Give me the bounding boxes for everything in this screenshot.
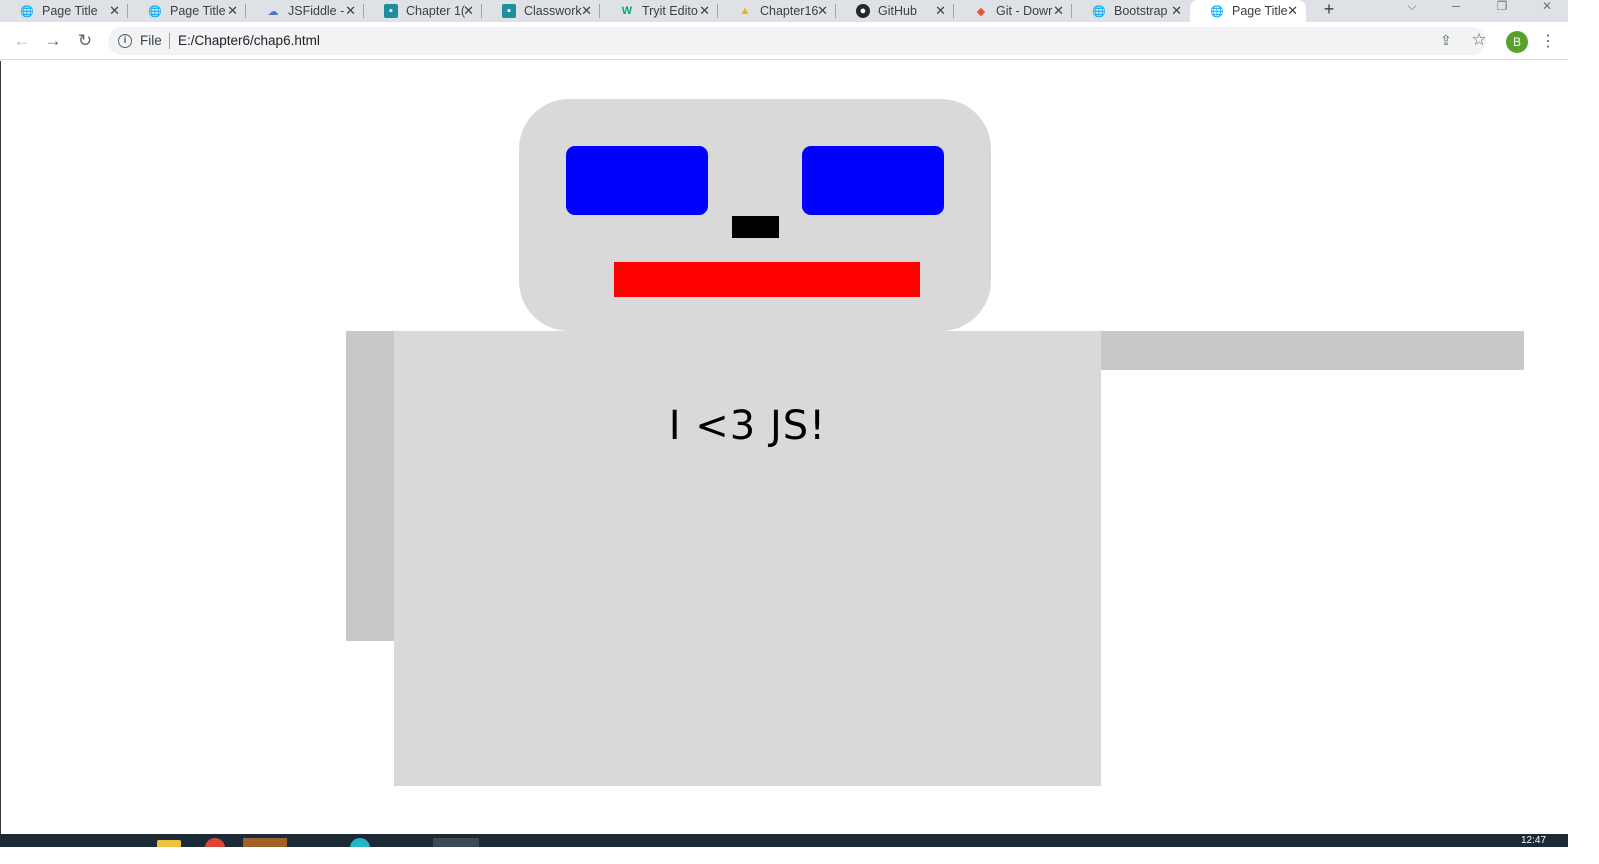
- file-explorer-icon[interactable]: [157, 840, 181, 847]
- w3schools-icon: W: [621, 5, 633, 17]
- edge-taskbar-icon[interactable]: [350, 838, 370, 847]
- tab-page-title-2[interactable]: 🌐 Page Title ✕: [128, 0, 246, 22]
- robot-left-eye: [566, 146, 708, 215]
- reload-icon[interactable]: ↻: [74, 30, 96, 52]
- robot-mouth: [614, 262, 920, 297]
- robot-left-arm: [346, 331, 396, 641]
- google-drive-icon: ▲: [739, 5, 751, 17]
- tab-chapter16-drive[interactable]: ▲ Chapter16 ✕: [718, 0, 836, 22]
- tab-jsfiddle[interactable]: ☁ JSFiddle - ✕: [246, 0, 364, 22]
- close-icon[interactable]: ✕: [109, 3, 120, 19]
- classroom-icon: ▪: [502, 4, 516, 18]
- jsfiddle-icon: ☁: [267, 5, 279, 18]
- tab-bootstrap[interactable]: 🌐 Bootstrap ✕: [1072, 0, 1190, 22]
- address-bar[interactable]: i File E:/Chapter6/chap6.html ⇪ ☆: [108, 27, 1488, 55]
- close-icon[interactable]: ✕: [699, 3, 710, 19]
- page-content: I <3 JS!: [0, 61, 1568, 834]
- tab-page-title-active[interactable]: 🌐 Page Title ✕: [1190, 0, 1306, 22]
- robot-right-arm: [1100, 331, 1524, 370]
- address-separator: [169, 33, 170, 49]
- robot-nose: [732, 216, 779, 238]
- kebab-menu-icon[interactable]: ⋮: [1540, 31, 1556, 53]
- close-icon[interactable]: ✕: [1287, 3, 1298, 19]
- tab-page-title-1[interactable]: 🌐 Page Title ✕: [0, 0, 128, 22]
- tab-strip: 🌐 Page Title ✕ 🌐 Page Title ✕ ☁ JSFiddle…: [0, 0, 1568, 22]
- forward-arrow-icon[interactable]: →: [42, 30, 64, 52]
- scheme-label: File: [140, 33, 162, 48]
- tab-chapter-classroom[interactable]: ▪ Chapter 1( ✕: [364, 0, 482, 22]
- close-icon[interactable]: ✕: [581, 3, 592, 19]
- robot-right-eye: [802, 146, 944, 215]
- back-arrow-icon[interactable]: ←: [11, 30, 33, 52]
- close-icon[interactable]: ✕: [1171, 3, 1182, 19]
- tab-tryit-editor[interactable]: W Tryit Edito ✕: [600, 0, 718, 22]
- info-icon[interactable]: i: [118, 34, 132, 48]
- globe-icon: 🌐: [1210, 5, 1224, 18]
- robot-body: [394, 331, 1101, 786]
- app-taskbar-icon[interactable]: [243, 838, 287, 847]
- globe-icon: 🌐: [20, 5, 34, 18]
- close-icon[interactable]: ✕: [227, 3, 238, 19]
- active-app-taskbar-icon[interactable]: [433, 838, 479, 847]
- globe-icon: 🌐: [1092, 5, 1106, 18]
- close-icon[interactable]: ✕: [1053, 3, 1064, 19]
- close-icon[interactable]: ✕: [463, 3, 474, 19]
- minimize-icon[interactable]: ─: [1433, 0, 1479, 20]
- url-text[interactable]: E:/Chapter6/chap6.html: [178, 33, 320, 48]
- browser-toolbar: ← → ↻ i File E:/Chapter6/chap6.html ⇪ ☆ …: [0, 22, 1568, 60]
- profile-avatar[interactable]: B: [1506, 31, 1528, 53]
- tab-git-download[interactable]: ◆ Git - Dowr ✕: [954, 0, 1072, 22]
- restore-icon[interactable]: ❐: [1479, 0, 1525, 20]
- close-icon[interactable]: ✕: [817, 3, 828, 19]
- tab-label: Page Title: [42, 4, 98, 18]
- close-icon[interactable]: ✕: [935, 3, 946, 19]
- github-icon: ●: [856, 4, 870, 18]
- close-icon[interactable]: ✕: [345, 3, 356, 19]
- os-taskbar: 12:47: [0, 834, 1568, 847]
- taskbar-clock[interactable]: 12:47: [1521, 835, 1546, 846]
- chrome-taskbar-icon[interactable]: [205, 838, 225, 847]
- git-icon: ◆: [976, 5, 986, 18]
- globe-icon: 🌐: [148, 5, 162, 18]
- browser-window: 🌐 Page Title ✕ 🌐 Page Title ✕ ☁ JSFiddle…: [0, 0, 1568, 847]
- window-close-icon[interactable]: ✕: [1524, 0, 1570, 20]
- share-icon[interactable]: ⇪: [1438, 32, 1454, 48]
- new-tab-button[interactable]: +: [1319, 0, 1339, 20]
- tab-github[interactable]: ● GitHub ✕: [836, 0, 954, 22]
- bookmark-star-icon[interactable]: ☆: [1470, 31, 1488, 49]
- tab-search-icon[interactable]: ⌵: [1389, 0, 1435, 20]
- tab-classwork[interactable]: ▪ Classwork ✕: [482, 0, 600, 22]
- classroom-icon: ▪: [384, 4, 398, 18]
- robot-slogan-text: I <3 JS!: [668, 403, 827, 449]
